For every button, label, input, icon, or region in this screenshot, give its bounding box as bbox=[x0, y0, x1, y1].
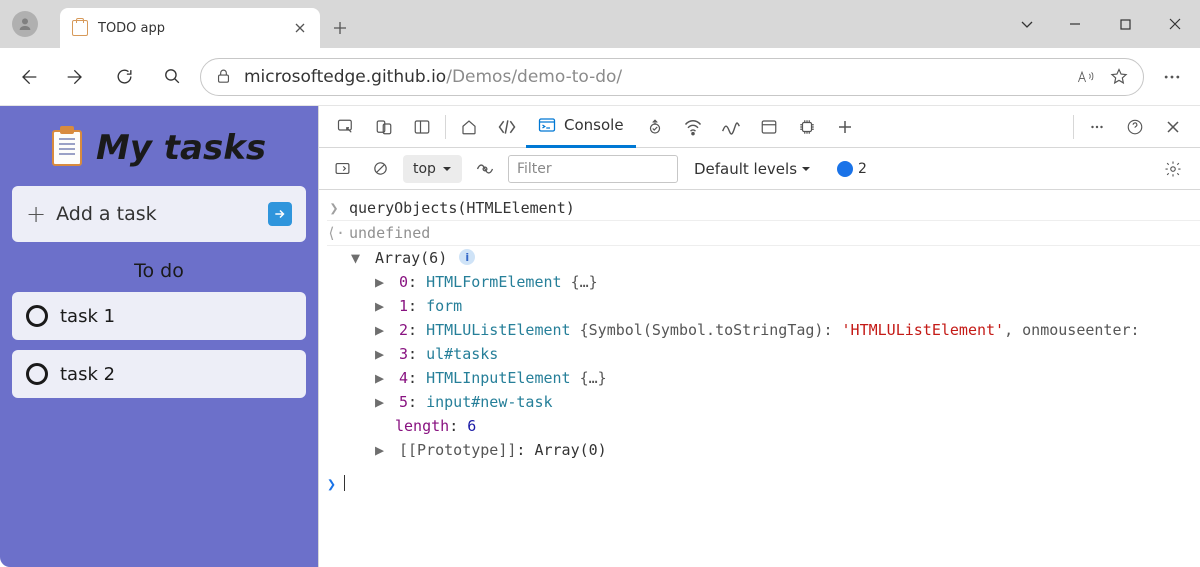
application-tab[interactable] bbox=[750, 106, 788, 148]
task-label: task 1 bbox=[60, 306, 115, 327]
submit-task-button[interactable] bbox=[268, 202, 292, 226]
rendered-page: My tasks + Add a task To do task 1 task … bbox=[0, 106, 318, 567]
devtools-tabs: Console bbox=[319, 106, 1200, 148]
clipboard-icon bbox=[72, 20, 88, 36]
devtools-panel: Console top Filter bbox=[318, 106, 1200, 567]
console-entry[interactable]: ▶4: HTMLInputElement {…} bbox=[355, 366, 1200, 390]
page-header: My tasks bbox=[12, 118, 306, 186]
filter-input[interactable]: Filter bbox=[508, 155, 678, 183]
console-return-row: ⟨· undefined bbox=[327, 221, 1200, 246]
welcome-tab[interactable] bbox=[450, 106, 488, 148]
close-tab-button[interactable] bbox=[292, 20, 308, 36]
search-button[interactable] bbox=[152, 57, 192, 97]
maximize-button[interactable] bbox=[1100, 0, 1150, 48]
live-expression-button[interactable] bbox=[470, 148, 500, 190]
console-input-row: ❯ queryObjects(HTMLElement) bbox=[327, 196, 1200, 221]
url-text: microsoftedge.github.io/Demos/demo-to-do… bbox=[244, 67, 1065, 87]
console-entry[interactable]: ▶3: ul#tasks bbox=[355, 342, 1200, 366]
avatar-icon bbox=[12, 11, 38, 37]
console-entry[interactable]: ▶0: HTMLFormElement {…} bbox=[355, 270, 1200, 294]
favorite-button[interactable] bbox=[1109, 67, 1129, 87]
console-tab[interactable]: Console bbox=[526, 106, 636, 148]
clear-console-button[interactable] bbox=[365, 148, 395, 190]
sources-tab[interactable] bbox=[636, 106, 674, 148]
console-entry[interactable]: ▶5: input#new-task bbox=[355, 390, 1200, 414]
expand-icon[interactable]: ▶ bbox=[375, 393, 387, 411]
tab-actions-button[interactable] bbox=[1004, 0, 1050, 48]
console-command: queryObjects(HTMLElement) bbox=[349, 199, 575, 217]
forward-button[interactable] bbox=[56, 57, 96, 97]
cursor bbox=[344, 475, 345, 491]
elements-tab[interactable] bbox=[488, 106, 526, 148]
prompt-chevron-icon: ❯ bbox=[327, 475, 336, 493]
plus-icon: + bbox=[26, 200, 46, 228]
task-item[interactable]: task 1 bbox=[12, 292, 306, 340]
read-aloud-button[interactable] bbox=[1077, 68, 1097, 86]
console-entry[interactable]: ▶2: HTMLUListElement {Symbol(Symbol.toSt… bbox=[355, 318, 1200, 342]
length-row[interactable]: length: 6 bbox=[355, 414, 1200, 438]
task-label: task 2 bbox=[60, 364, 115, 385]
refresh-button[interactable] bbox=[104, 57, 144, 97]
clipboard-icon bbox=[52, 130, 82, 166]
issues-button[interactable]: 2 bbox=[837, 161, 867, 177]
address-bar: microsoftedge.github.io/Demos/demo-to-do… bbox=[0, 48, 1200, 106]
task-checkbox[interactable] bbox=[26, 305, 48, 327]
minimize-button[interactable] bbox=[1050, 0, 1100, 48]
expand-icon[interactable]: ▶ bbox=[375, 273, 387, 291]
undefined-value: undefined bbox=[349, 224, 430, 242]
dock-side-button[interactable] bbox=[403, 106, 441, 148]
performance-tab[interactable] bbox=[712, 106, 750, 148]
console-settings-button[interactable] bbox=[1154, 148, 1192, 190]
array-label: Array(6) bbox=[375, 249, 447, 267]
prototype-row[interactable]: ▶ [[Prototype]]: Array(0) bbox=[355, 438, 1200, 462]
inspect-element-button[interactable] bbox=[327, 106, 365, 148]
log-levels-selector[interactable]: Default levels bbox=[694, 160, 811, 178]
input-chevron-icon: ❯ bbox=[327, 199, 341, 217]
output-chevron-icon: ⟨· bbox=[327, 224, 341, 242]
more-tools-button[interactable] bbox=[826, 106, 864, 148]
console-entry[interactable]: ▶1: form bbox=[355, 294, 1200, 318]
add-task-input[interactable]: + Add a task bbox=[12, 186, 306, 242]
settings-menu-button[interactable] bbox=[1152, 57, 1192, 97]
console-object-row[interactable]: ▼ Array(6) i bbox=[327, 246, 1200, 270]
expand-icon[interactable]: ▼ bbox=[351, 249, 363, 267]
issue-icon bbox=[837, 161, 853, 177]
window-controls bbox=[1004, 0, 1200, 48]
device-toggle-button[interactable] bbox=[365, 106, 403, 148]
toggle-sidebar-button[interactable] bbox=[327, 148, 357, 190]
console-output[interactable]: ❯ queryObjects(HTMLElement) ⟨· undefined… bbox=[319, 190, 1200, 567]
memory-tab[interactable] bbox=[788, 106, 826, 148]
page-title: My tasks bbox=[96, 128, 266, 168]
new-tab-button[interactable] bbox=[320, 8, 360, 48]
browser-tab[interactable]: TODO app bbox=[60, 8, 320, 48]
devtools-more-button[interactable] bbox=[1078, 106, 1116, 148]
tab-title: TODO app bbox=[98, 21, 282, 36]
devtools-close-button[interactable] bbox=[1154, 106, 1192, 148]
expand-icon[interactable]: ▶ bbox=[375, 345, 387, 363]
close-window-button[interactable] bbox=[1150, 0, 1200, 48]
console-prompt[interactable]: ❯ bbox=[327, 472, 1200, 496]
console-toolbar: top Filter Default levels 2 bbox=[319, 148, 1200, 190]
section-header: To do bbox=[12, 242, 306, 292]
context-selector[interactable]: top bbox=[403, 155, 462, 183]
window-titlebar: TODO app bbox=[0, 0, 1200, 48]
back-button[interactable] bbox=[8, 57, 48, 97]
site-info-button[interactable] bbox=[215, 68, 232, 85]
devtools-help-button[interactable] bbox=[1116, 106, 1154, 148]
task-item[interactable]: task 2 bbox=[12, 350, 306, 398]
expand-icon[interactable]: ▶ bbox=[375, 297, 387, 315]
info-icon[interactable]: i bbox=[459, 249, 475, 265]
console-tab-label: Console bbox=[564, 116, 624, 134]
network-tab[interactable] bbox=[674, 106, 712, 148]
expand-icon[interactable]: ▶ bbox=[375, 441, 387, 459]
profile-button[interactable] bbox=[0, 0, 50, 48]
add-task-placeholder: Add a task bbox=[56, 203, 258, 225]
task-checkbox[interactable] bbox=[26, 363, 48, 385]
expand-icon[interactable]: ▶ bbox=[375, 369, 387, 387]
expand-icon[interactable]: ▶ bbox=[375, 321, 387, 339]
url-field[interactable]: microsoftedge.github.io/Demos/demo-to-do… bbox=[200, 58, 1144, 96]
